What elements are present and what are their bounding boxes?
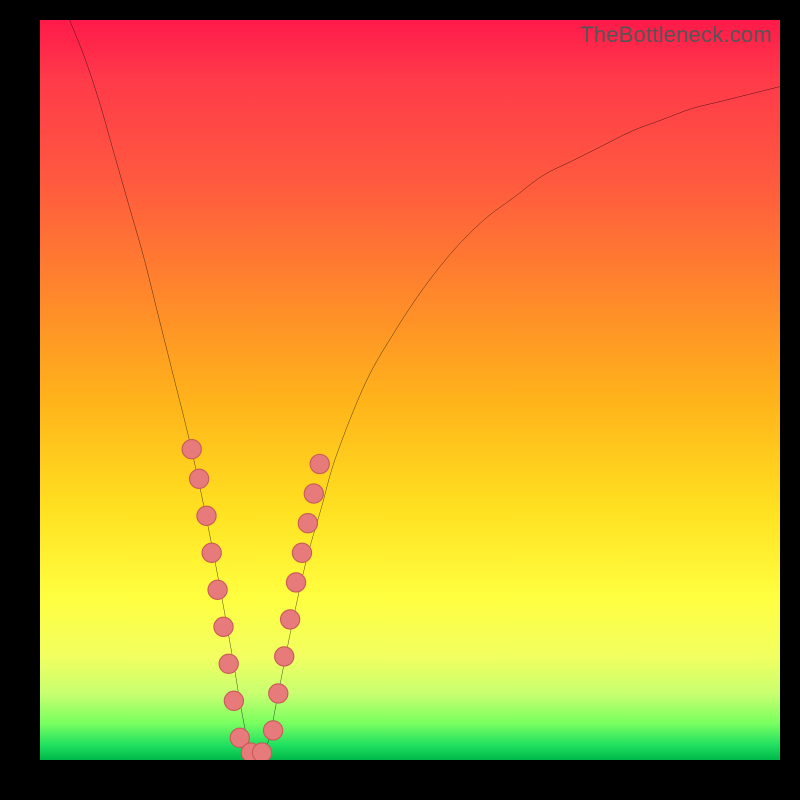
marker-dot bbox=[189, 469, 208, 488]
plot-area: TheBottleneck.com bbox=[40, 20, 780, 760]
marker-dot bbox=[304, 484, 323, 503]
marker-dot bbox=[219, 654, 238, 673]
marker-dot bbox=[269, 684, 288, 703]
marker-dot bbox=[310, 454, 329, 473]
marker-dot bbox=[224, 691, 243, 710]
marker-dot bbox=[281, 610, 300, 629]
marker-dot bbox=[298, 514, 317, 533]
chart-frame: TheBottleneck.com bbox=[0, 0, 800, 800]
marker-dot bbox=[214, 617, 233, 636]
marker-dot bbox=[263, 721, 282, 740]
marker-dot bbox=[252, 743, 271, 760]
curve-svg bbox=[40, 20, 780, 760]
marker-dot bbox=[182, 440, 201, 459]
marker-dot bbox=[292, 543, 311, 562]
marker-dot bbox=[202, 543, 221, 562]
marker-dot bbox=[208, 580, 227, 599]
marker-group bbox=[182, 440, 329, 760]
marker-dot bbox=[286, 573, 305, 592]
bottleneck-curve-path bbox=[70, 20, 780, 754]
marker-dot bbox=[275, 647, 294, 666]
marker-dot bbox=[197, 506, 216, 525]
